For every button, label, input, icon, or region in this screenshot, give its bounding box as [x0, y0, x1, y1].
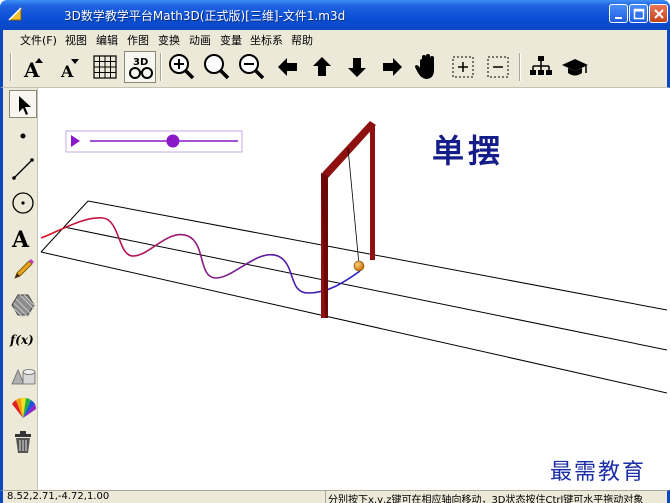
graduation-cap-icon[interactable]: [559, 51, 591, 83]
ground-plane: [40, 200, 667, 394]
arrow-down-icon[interactable]: [341, 51, 373, 83]
menu-variable[interactable]: 变量: [220, 32, 242, 48]
zoom-out-icon[interactable]: [235, 51, 267, 83]
arrow-up-icon[interactable]: [306, 51, 338, 83]
drawing-canvas[interactable]: 单摆 最需教育: [38, 88, 667, 490]
svg-text:3D: 3D: [133, 57, 148, 68]
slider-thumb[interactable]: [166, 134, 180, 148]
dashed-plus-icon[interactable]: [447, 51, 479, 83]
color-palette-icon[interactable]: [9, 394, 37, 422]
solid-icon[interactable]: [9, 360, 37, 388]
toolbar-separator: [519, 53, 521, 81]
maximize-button[interactable]: [629, 4, 648, 23]
minimize-button[interactable]: [609, 4, 628, 23]
close-button[interactable]: [649, 4, 668, 23]
status-bar: 8.52,2.71,-4.72,1.00 分别按下x,y,z键可在相应轴向移动，…: [0, 490, 670, 503]
line-segment-icon[interactable]: [9, 155, 37, 183]
polygon-icon[interactable]: [9, 291, 37, 319]
animation-slider[interactable]: [65, 130, 243, 153]
watermark-logo: 最需教育: [550, 460, 647, 485]
tree-icon[interactable]: [525, 51, 557, 83]
toolbar: A A 3D: [0, 47, 670, 88]
toolbox: A f(x): [0, 88, 38, 490]
pointer-icon[interactable]: [9, 90, 37, 118]
scene-3d: [40, 121, 667, 394]
svg-text:A: A: [60, 62, 74, 81]
3d-glasses-icon[interactable]: 3D: [124, 51, 156, 83]
font-smaller-icon[interactable]: A: [53, 51, 85, 83]
menu-file[interactable]: 文件(F): [20, 32, 57, 48]
coordinate-readout: 8.52,2.71,-4.72,1.00: [7, 491, 110, 502]
pendulum-bob[interactable]: [353, 260, 365, 272]
circle-icon[interactable]: [9, 189, 37, 217]
pendulum-string: [347, 147, 360, 266]
toolbar-grip: [10, 53, 12, 81]
zoom-icon[interactable]: [200, 51, 232, 83]
menu-help[interactable]: 帮助: [291, 32, 313, 48]
menu-edit[interactable]: 编辑: [96, 32, 118, 48]
point-icon[interactable]: [9, 122, 37, 150]
menu-animation[interactable]: 动画: [189, 32, 211, 48]
hand-icon[interactable]: [411, 51, 443, 83]
pen-icon[interactable]: [9, 256, 37, 284]
menu-draw[interactable]: 作图: [127, 32, 149, 48]
menu-coordinate[interactable]: 坐标系: [250, 32, 283, 48]
menu-bar: 文件(F) 视图 编辑 作图 变换 动画 变量 坐标系 帮助: [0, 30, 670, 47]
window-title: 3D数学教学平台Math3D(正式版)[三维]-文件1.m3d: [64, 9, 346, 23]
trash-icon[interactable]: [9, 428, 37, 456]
wave-trail: [40, 217, 361, 294]
title-bar[interactable]: 3D数学教学平台Math3D(正式版)[三维]-文件1.m3d: [0, 0, 670, 30]
menu-view[interactable]: 视图: [65, 32, 87, 48]
text-icon[interactable]: A: [9, 223, 37, 251]
function-icon[interactable]: f(x): [9, 325, 37, 353]
arrow-right-icon[interactable]: [376, 51, 408, 83]
app-icon[interactable]: [6, 5, 24, 23]
svg-text:A: A: [11, 227, 30, 251]
dashed-minus-icon[interactable]: [482, 51, 514, 83]
grid-icon[interactable]: [89, 51, 121, 83]
toolbar-separator: [160, 53, 162, 81]
font-larger-icon[interactable]: A: [17, 51, 49, 83]
svg-text:f(x): f(x): [9, 333, 34, 347]
zoom-in-icon[interactable]: [165, 51, 197, 83]
scene-title: 单摆: [432, 132, 505, 170]
status-hint: 分别按下x,y,z键可在相应轴向移动，3D状态按住Ctrl键可水平拖动对象: [325, 491, 643, 503]
arrow-left-icon[interactable]: [271, 51, 303, 83]
menu-transform[interactable]: 变换: [158, 32, 180, 48]
